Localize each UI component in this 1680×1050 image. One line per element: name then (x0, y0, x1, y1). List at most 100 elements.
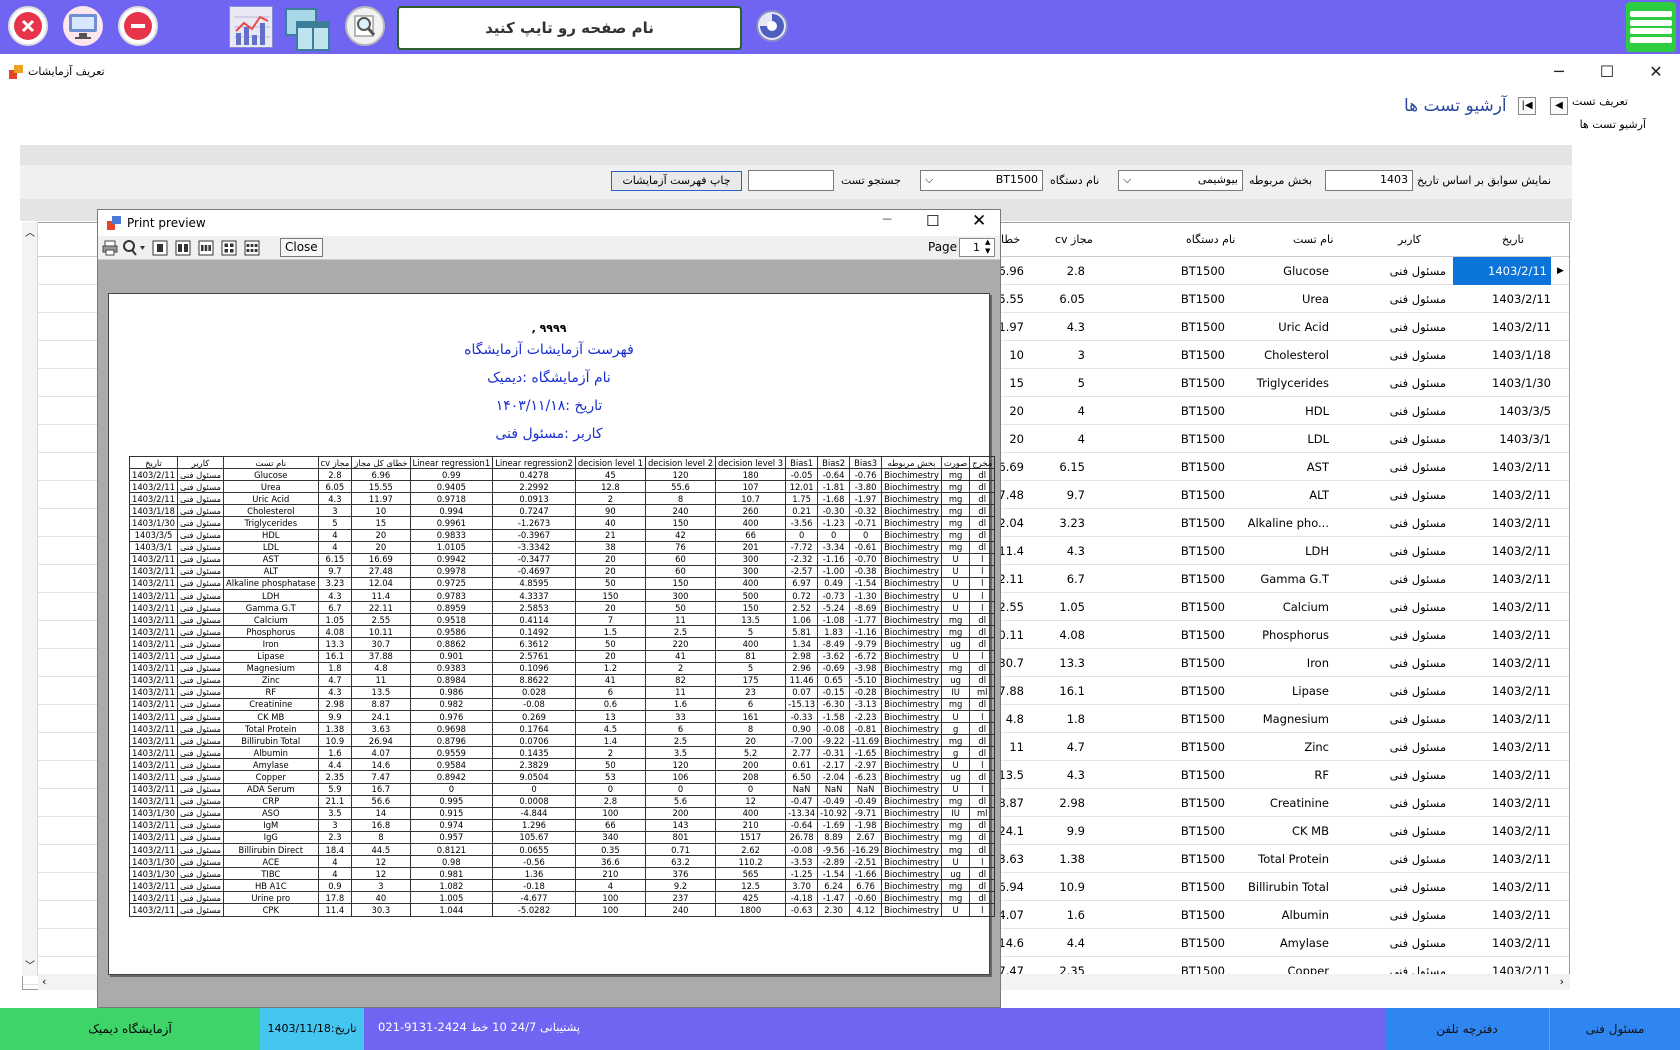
nav-prev-icon[interactable]: ◀ (1550, 97, 1568, 115)
search-zoom-icon[interactable] (345, 6, 385, 46)
grid-cell: مسئول فنی (1389, 936, 1446, 950)
col-test-name[interactable]: نام تست (1293, 233, 1333, 246)
close-icon[interactable]: ✕ (1646, 62, 1666, 81)
report-cell: 240 (644, 903, 717, 917)
report-cell: -1.65 (849, 746, 883, 760)
section-select[interactable]: بیوشیمی ⌵ (1118, 170, 1243, 191)
report-cell: 1.005 (409, 891, 494, 905)
scroll-left-icon[interactable]: ‹ (42, 975, 46, 988)
report-cell: Biochimestry (881, 492, 942, 506)
report-cell: 2 (574, 492, 646, 506)
report-cell: 3.70 (785, 879, 819, 893)
report-cell: -0.3967 (492, 528, 576, 542)
report-cell: مسئول فنی (176, 818, 225, 832)
report-cell: -0.38 (849, 564, 883, 578)
report-cell: 1.2 (574, 661, 646, 675)
report-cell: -0.73 (817, 589, 851, 603)
phonebook-button[interactable]: دفترچه تلفن (1385, 1008, 1549, 1050)
six-pages-icon[interactable] (244, 240, 260, 256)
col-cv[interactable]: مجاز cv (1055, 233, 1093, 246)
scroll-up-icon[interactable]: ︿ (25, 224, 35, 239)
report-cell: 143 (644, 818, 717, 832)
scroll-down-icon[interactable]: ﹀ (25, 957, 35, 972)
grid-cell: BT1500 (1180, 544, 1225, 558)
scroll-right-icon[interactable]: › (1560, 975, 1564, 988)
status-bar: آزمایشگاه دیمیک تاریخ:1403/11/18 پشتیبان… (0, 1008, 1680, 1050)
col-error[interactable]: خطا (1001, 233, 1020, 246)
report-header-cell: خطای کل مجاز (351, 455, 411, 470)
report-cell: 1.36 (492, 867, 576, 881)
report-cell: 1800 (715, 903, 787, 917)
report-cell: Biochimestry (881, 552, 942, 566)
two-pages-icon[interactable] (175, 240, 191, 256)
report-cell: U (940, 758, 971, 772)
report-cell: Biochimestry (881, 625, 942, 639)
year-input[interactable]: 1403 (1325, 170, 1413, 191)
minimize-icon[interactable]: ─ (1549, 62, 1569, 81)
preview-minimize-icon[interactable]: ─ (883, 212, 891, 228)
report-cell: dl (969, 746, 996, 760)
report-row: 1403/2/11 مسئول فنی Gamma G.T 6.7 22.11 0.895… (129, 601, 996, 615)
preview-close-icon[interactable]: ✕ (972, 211, 986, 231)
tab-test-archive[interactable]: آرشیو تست ها (1580, 118, 1646, 131)
report-cell: 27.48 (351, 564, 411, 578)
minus-circle-icon[interactable] (118, 6, 158, 46)
one-page-icon[interactable] (152, 240, 168, 256)
vertical-scrollbar[interactable]: ︿ ﹀ (22, 222, 38, 976)
report-cell: -1.54 (817, 867, 851, 881)
report-row: 1403/2/11 مسئول فنی CRP 21.1 56.6 0.995 0.0008… (129, 794, 996, 808)
preview-close-button[interactable]: Close (280, 238, 323, 257)
close-circle-icon[interactable] (8, 6, 48, 46)
report-cell: 3.23 (317, 576, 353, 591)
report-cell: dl (969, 613, 996, 627)
report-cell: مسئول فنی (176, 867, 225, 881)
col-device[interactable]: نام دستگاه (1186, 233, 1235, 246)
pie-icon[interactable] (752, 6, 792, 46)
report-cell: مسئول فنی (176, 649, 225, 663)
grid-cell: مسئول فنی (1389, 460, 1446, 474)
report-cell: dl (969, 673, 996, 687)
report-header-cell: کاربر (176, 455, 225, 470)
report-cell: 0 (644, 782, 717, 796)
report-cell: مسئول فنی (176, 903, 225, 917)
tab-define-test[interactable]: تعریف تست (1572, 95, 1628, 108)
grid-cell: 4 (1077, 404, 1085, 418)
four-pages-icon[interactable] (221, 240, 237, 256)
grid-cell: مسئول فنی (1389, 740, 1446, 754)
app-logo-icon (9, 65, 23, 79)
chart-icon[interactable] (229, 6, 273, 48)
monitor-icon[interactable] (63, 6, 103, 46)
maximize-icon[interactable]: ☐ (1597, 62, 1617, 81)
grid-cell: 1.38 (1059, 852, 1085, 866)
report-cell: Biochimestry (881, 855, 942, 869)
report-cell: 0.61 (785, 758, 819, 772)
report-cell: -5.0282 (492, 903, 576, 917)
windows-icon[interactable] (285, 8, 331, 52)
report-cell: -0.63 (785, 903, 819, 917)
col-user[interactable]: کاربر (1398, 233, 1421, 246)
device-select[interactable]: BT1500 ⌵ (920, 170, 1043, 191)
print-list-button[interactable]: چاپ فهرست آزمایشات (611, 171, 742, 191)
three-pages-icon[interactable] (198, 240, 214, 256)
preview-maximize-icon[interactable]: ☐ (926, 212, 939, 230)
report-cell: -0.60 (849, 891, 883, 905)
report-cell: 0.98 (409, 855, 494, 869)
col-date[interactable]: تاریخ (1502, 233, 1524, 246)
report-cell: مسئول فنی (176, 637, 225, 651)
report-cell: 0.9718 (409, 492, 494, 506)
nav-first-icon[interactable]: |◀ (1518, 97, 1536, 115)
zoom-icon[interactable] (122, 240, 146, 256)
grid-cell: مسئول فنی (1389, 852, 1446, 866)
report-cell: مسئول فنی (176, 673, 225, 687)
grid-cell: 4.3 (1066, 320, 1085, 334)
page-spinner-icon[interactable]: ▲ ▼ (985, 238, 990, 256)
search-input[interactable] (748, 170, 834, 191)
report-cell: Biochimestry (881, 794, 942, 808)
grid-cell: BT1500 (1180, 796, 1225, 810)
report-cell: 2.3829 (492, 758, 576, 772)
report-cell: 1403/2/11 (129, 818, 178, 832)
page-search-input[interactable]: نام صفحه رو تایپ کنید (397, 6, 742, 50)
printer-icon[interactable] (102, 240, 118, 256)
menu-icon[interactable] (1626, 2, 1676, 52)
report-cell: 0.9698 (409, 722, 494, 736)
